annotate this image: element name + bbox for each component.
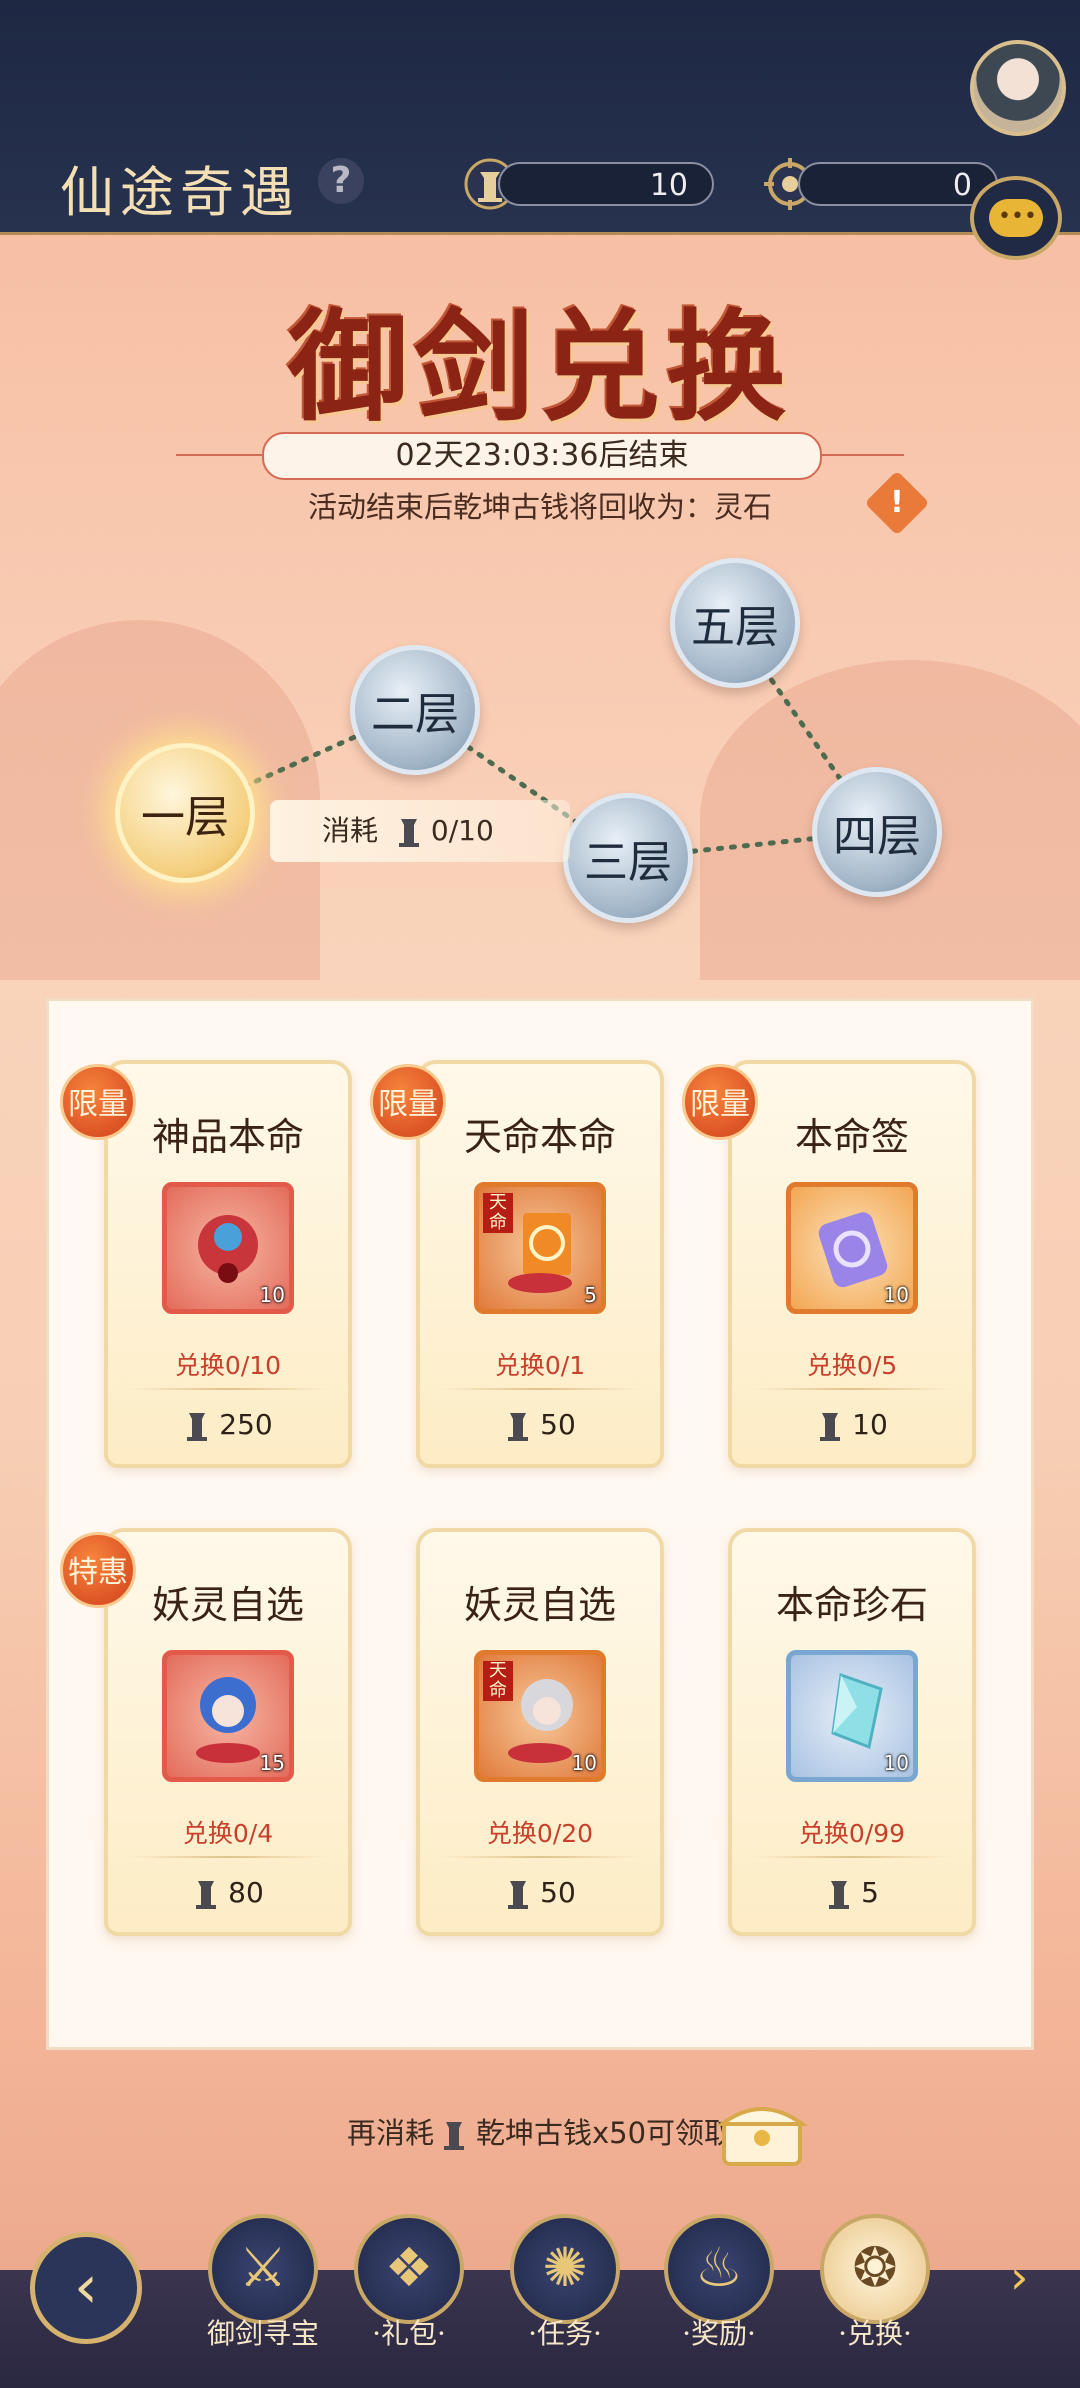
shop-item-card-6[interactable]: 本命珍石 10 兑换0/99 5 bbox=[728, 1528, 976, 1936]
countdown-timer: 02天23:03:36后结束 bbox=[262, 432, 822, 480]
coin-figure-icon bbox=[829, 1881, 850, 1909]
limited-badge: 限量 bbox=[60, 1064, 136, 1140]
shop-item-card-5[interactable]: 妖灵自选 天命 10 兑换0/20 50 bbox=[416, 1528, 664, 1936]
chat-button[interactable] bbox=[970, 176, 1062, 260]
warning-icon[interactable]: ! bbox=[864, 470, 930, 536]
shop-item-card-4[interactable]: 妖灵自选 15 兑换0/4 80 bbox=[104, 1528, 352, 1936]
special-offer-badge: 特惠 bbox=[60, 1532, 136, 1608]
claim-hint: 再消耗 乾坤古钱x50可领取 bbox=[346, 2116, 734, 2150]
coin-figure-icon bbox=[508, 1881, 529, 1909]
chat-bubble-icon bbox=[989, 199, 1043, 237]
item-icon-soul-lot: 10 bbox=[786, 1182, 918, 1314]
item-icon-divine-soul: 10 bbox=[162, 1182, 294, 1314]
item-icon-fate-soul: 天命 5 bbox=[474, 1182, 606, 1314]
nav-tab-task[interactable]: ·任务· bbox=[485, 2312, 645, 2352]
floor-4-node[interactable]: 四层 bbox=[812, 767, 942, 897]
shop-item-card-1[interactable]: 神品本命 10 兑换0/10 250 bbox=[104, 1060, 352, 1468]
item-icon-spirit-select: 15 bbox=[162, 1650, 294, 1782]
help-icon[interactable]: ? bbox=[318, 158, 364, 204]
coin-figure-icon bbox=[187, 1413, 208, 1441]
floor-5-node[interactable]: 五层 bbox=[670, 558, 800, 688]
shop-item-card-2[interactable]: 天命本命 天命 5 兑换0/1 50 bbox=[416, 1060, 664, 1468]
timer-ornament-right bbox=[818, 454, 904, 456]
floor-consume-info: 消耗 0/10 bbox=[270, 800, 570, 862]
coin-figure-icon bbox=[508, 1413, 529, 1441]
back-arrow-icon[interactable]: ‹ bbox=[30, 2232, 142, 2344]
limited-badge: 限量 bbox=[682, 1064, 758, 1140]
item-icon-spirit-select-fate: 天命 10 bbox=[474, 1650, 606, 1782]
floor-3-node[interactable]: 三层 bbox=[563, 793, 693, 923]
nav-tab-reward[interactable]: ·奖励· bbox=[639, 2312, 799, 2352]
exchange-icon[interactable]: ❂ bbox=[820, 2214, 930, 2324]
coin-figure-icon bbox=[443, 2122, 464, 2150]
item-icon-soul-gem: 10 bbox=[786, 1650, 918, 1782]
currency-token-value: 0 bbox=[798, 162, 998, 206]
treasure-chest-icon[interactable] bbox=[714, 2094, 810, 2170]
coin-figure-icon bbox=[820, 1413, 841, 1441]
page-title: 仙途奇遇 bbox=[60, 161, 300, 224]
task-icon[interactable]: ✺ bbox=[510, 2214, 620, 2324]
gift-icon[interactable]: ❖ bbox=[354, 2214, 464, 2324]
chevron-right-icon[interactable]: › bbox=[1010, 2250, 1028, 2304]
event-title: 御剑兑换 bbox=[288, 297, 792, 438]
coin-figure-icon bbox=[196, 1881, 217, 1909]
nav-tab-exchange[interactable]: ·兑换· bbox=[795, 2312, 955, 2352]
timer-ornament-left bbox=[176, 454, 262, 456]
currency-coin-value: 10 bbox=[498, 162, 714, 206]
limited-badge: 限量 bbox=[370, 1064, 446, 1140]
coin-figure-icon bbox=[398, 819, 419, 847]
sword-icon[interactable]: ⚔ bbox=[208, 2214, 318, 2324]
shop-item-card-3[interactable]: 本命签 10 兑换0/5 10 bbox=[728, 1060, 976, 1468]
floor-2-node[interactable]: 二层 bbox=[350, 645, 480, 775]
nav-tab-sword-treasure[interactable]: 御剑寻宝 bbox=[183, 2312, 343, 2352]
player-avatar[interactable] bbox=[970, 40, 1066, 136]
reward-icon[interactable]: ♨ bbox=[664, 2214, 774, 2324]
floor-1-node[interactable]: 一层 bbox=[115, 743, 255, 883]
nav-tab-gift[interactable]: ·礼包· bbox=[329, 2312, 489, 2352]
